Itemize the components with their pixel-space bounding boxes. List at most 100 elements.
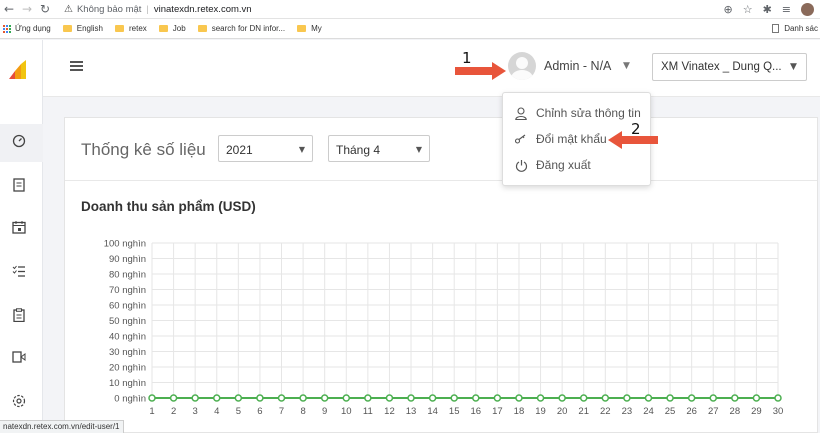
menu-item-edit-profile[interactable]: Chỉnh sửa thông tin [503,101,650,125]
data-point [320,394,329,402]
reading-list-icon[interactable]: ≡ [782,3,791,16]
star-icon[interactable]: ☆ [743,3,753,16]
data-point [731,394,739,402]
revenue-chart: 0 nghìn 10 nghìn 20 nghìn 30 nghìn 40 nghìn 5… [104,239,784,418]
apps-grid-icon[interactable] [3,24,11,33]
calendar-icon[interactable] [10,218,28,236]
y-tick-label: 100 nghìn [104,239,146,250]
data-point [234,394,243,402]
browser-toolbar: ← → ↻ ⚠ Không bảo mật | vinatexdn.retex.… [0,0,820,19]
extensions-icon[interactable]: ✱ [763,3,772,16]
forward-icon[interactable]: → [18,2,36,16]
bookmark-label: My [311,24,322,33]
dashboard-icon[interactable] [10,132,28,150]
x-tick-label: 11 [363,406,373,417]
user-avatar[interactable] [508,52,536,80]
company-select[interactable]: XM Vinatex _ Dung Q... [652,53,807,81]
data-point [277,394,286,402]
data-point [450,394,458,402]
x-tick-label: 23 [622,406,633,417]
annotation-arrow-2 [621,136,658,144]
menu-toggle-icon[interactable] [70,61,83,71]
menu-item-label: Đăng xuất [536,158,591,172]
profile-avatar[interactable] [801,3,814,16]
x-tick-label: 13 [406,406,417,417]
folder-icon [115,25,124,32]
folder-icon [62,25,72,32]
annotation-label-1: 1 [462,49,472,67]
menu-item-logout[interactable]: Đăng xuất [503,153,650,177]
x-tick-label: 21 [578,406,589,417]
user-name[interactable]: Admin - N/A [544,59,611,73]
y-tick-label: 80 nghìn [109,270,146,281]
x-tick-label: 14 [427,406,438,417]
data-point [666,394,674,402]
address-separator: | [146,3,149,15]
y-tick-label: 0 nghìn [114,394,146,405]
bookmark-list[interactable]: Danh sác [772,24,818,33]
data-point [169,394,178,402]
bookmark-label: English [76,24,103,33]
bookmark-label: retex [129,24,147,33]
user-icon [514,106,528,120]
document-icon[interactable] [10,176,28,194]
folder-icon [297,25,307,32]
checklist-icon[interactable] [10,262,28,280]
x-tick-label: 12 [384,406,395,417]
data-point [709,394,717,402]
data-point [385,394,394,402]
data-point [191,394,199,402]
data-point [428,394,437,402]
reload-icon[interactable]: ↻ [36,2,54,16]
x-tick-label: 9 [322,406,327,417]
x-tick-label: 4 [214,406,219,417]
x-tick-label: 5 [236,406,241,417]
annotation-arrow-1-tip [492,62,506,80]
x-tick-label: 20 [557,406,568,417]
data-point [148,394,156,402]
bookmark-retex[interactable]: retex [115,24,147,33]
settings-icon[interactable] [10,392,28,410]
data-point [256,394,264,402]
bookmark-job[interactable]: Job [158,24,186,33]
export-icon[interactable] [10,348,28,366]
bookmark-label: Danh sác [784,24,818,33]
x-tick-label: 10 [341,406,352,417]
data-point [687,394,696,402]
x-tick-label: 7 [279,406,284,417]
chevron-down-icon[interactable]: ▼ [790,62,797,72]
x-tick-label: 6 [257,406,262,417]
data-point [493,394,502,402]
y-tick-label: 60 nghìn [109,301,146,312]
bookmark-english[interactable]: English [62,24,103,33]
data-point [472,394,480,402]
warning-icon[interactable]: ⚠ [64,4,73,15]
y-tick-label: 70 nghìn [109,285,146,296]
x-tick-label: 29 [751,406,762,417]
y-tick-label: 40 nghìn [109,332,146,343]
data-point [407,394,415,402]
back-icon[interactable]: ← [0,2,18,16]
data-point [774,394,782,402]
bookmark-my[interactable]: My [297,24,322,33]
x-tick-label: 19 [535,406,546,417]
bookmark-label: Ứng dụng [15,24,51,33]
y-tick-label: 30 nghìn [109,347,146,358]
address-bar[interactable]: ⚠ Không bảo mật | vinatexdn.retex.com.vn [64,4,252,15]
data-point [601,394,610,402]
power-icon [514,158,528,172]
x-tick-label: 17 [492,406,503,417]
x-tick-label: 18 [514,406,525,417]
logo-icon[interactable] [9,60,29,79]
chevron-down-icon[interactable]: ▼ [623,61,630,71]
data-point [342,394,351,402]
x-tick-label: 8 [300,406,305,417]
zoom-icon[interactable]: ⊕ [723,3,732,16]
clipboard-icon[interactable] [10,306,28,324]
x-tick-label: 25 [665,406,676,417]
data-point [515,394,523,402]
y-tick-label: 10 nghìn [109,378,146,389]
bookmark-search[interactable]: search for DN infor... [197,24,285,33]
x-tick-label: 2 [171,406,176,417]
bookmark-apps[interactable]: Ứng dụng [15,24,51,33]
